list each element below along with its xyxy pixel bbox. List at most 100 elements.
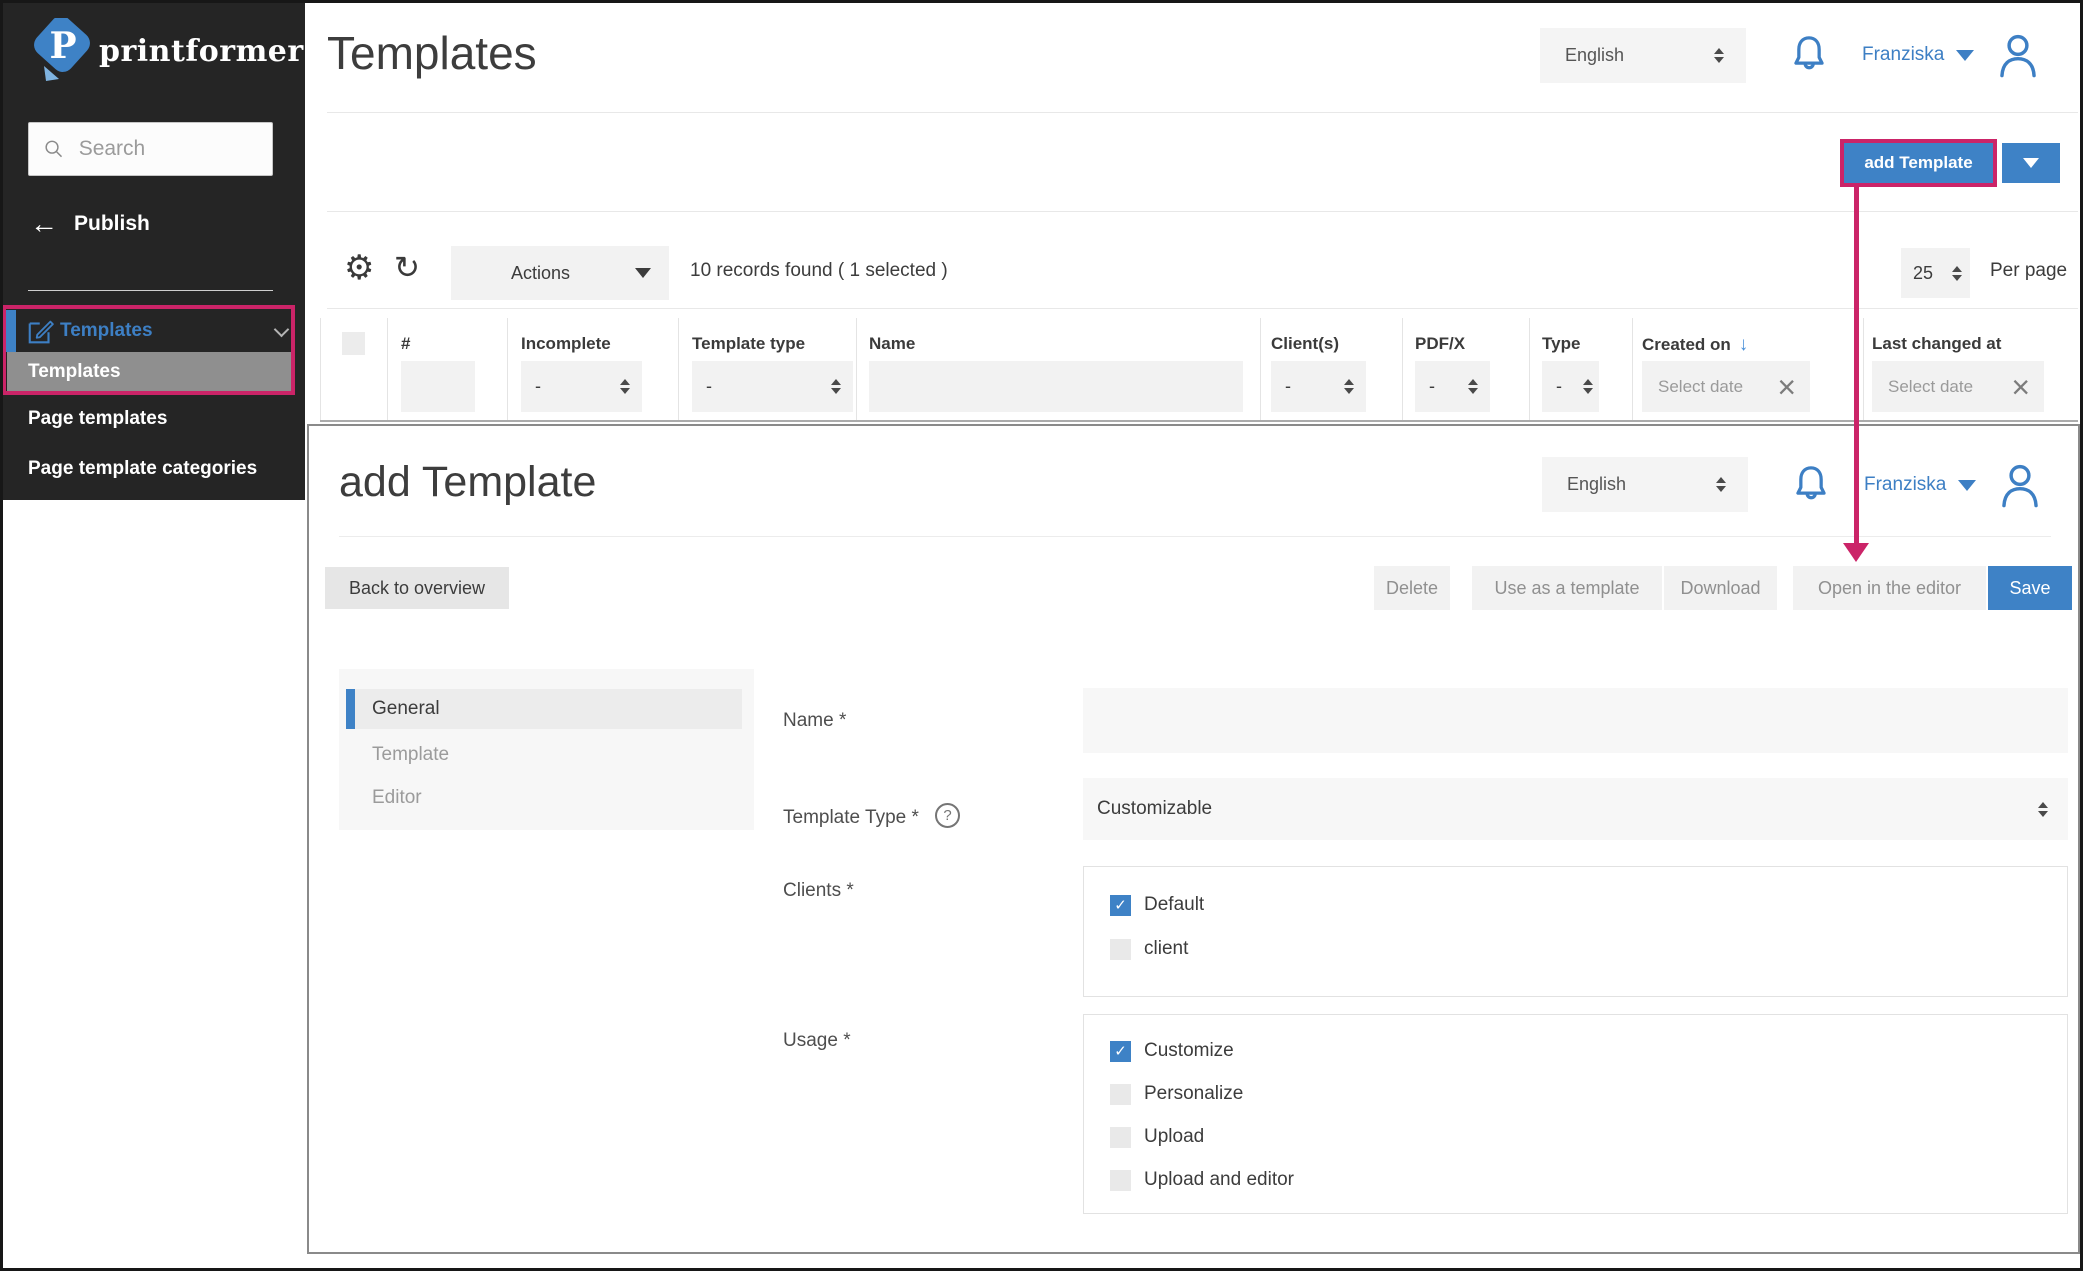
column-header-template-type[interactable]: Template type: [692, 334, 805, 354]
filter-pdfx-select[interactable]: -: [1415, 361, 1490, 412]
chevron-down-icon[interactable]: [274, 322, 290, 338]
checkbox-client-client[interactable]: client: [1110, 938, 1188, 960]
column-divider: [1402, 318, 1403, 421]
svg-text:P: P: [49, 25, 76, 67]
usage-label: Usage *: [783, 1030, 851, 1052]
actions-divider: [327, 211, 2078, 212]
user-avatar-icon[interactable]: [1994, 458, 2046, 512]
use-as-template-button[interactable]: Use as a template: [1472, 566, 1662, 610]
filter-last-changed-date[interactable]: Select date ×: [1872, 361, 2044, 412]
column-header-type[interactable]: Type: [1542, 334, 1580, 354]
select-all-checkbox[interactable]: [342, 332, 365, 355]
checkbox-checked-icon: ✓: [1110, 895, 1131, 916]
checkbox-usage-upload-editor[interactable]: Upload and editor: [1110, 1169, 1294, 1191]
checkbox-usage-upload[interactable]: Upload: [1110, 1126, 1204, 1148]
checkbox-unchecked-icon: [1110, 939, 1131, 960]
column-divider: [1863, 318, 1864, 421]
language-select-value: English: [1567, 474, 1716, 495]
sidebar-item-templates[interactable]: Templates: [7, 352, 295, 392]
notifications-bell-icon[interactable]: [1788, 462, 1834, 512]
filter-type-select[interactable]: -: [1542, 361, 1599, 412]
user-menu-name[interactable]: Franziska: [1862, 44, 1944, 66]
column-divider: [678, 318, 679, 421]
column-header-name[interactable]: Name: [869, 334, 915, 354]
clients-label: Clients *: [783, 880, 854, 902]
dropdown-caret-icon: [2023, 158, 2039, 168]
column-header-pdfx[interactable]: PDF/X: [1415, 334, 1465, 354]
select-arrows-icon: [620, 379, 630, 394]
sidebar-item-label: Templates: [28, 361, 121, 383]
refresh-icon[interactable]: ↻: [394, 250, 420, 286]
tab-editor[interactable]: Editor: [372, 787, 422, 809]
add-template-highlight: add Template: [1840, 139, 1997, 187]
actions-select[interactable]: Actions: [451, 246, 669, 300]
user-avatar-icon[interactable]: [1992, 28, 2044, 82]
language-select[interactable]: English: [1542, 457, 1748, 512]
annotation-arrow-head: [1843, 543, 1869, 562]
templates-edit-icon: [26, 316, 56, 346]
clear-date-icon[interactable]: ×: [1777, 371, 1796, 403]
back-to-overview-button[interactable]: Back to overview: [325, 567, 509, 609]
active-tab-bar: [346, 689, 355, 729]
select-arrows-icon: [1344, 379, 1354, 394]
table-header-bottom-border: [320, 420, 2078, 422]
select-arrows-icon: [1952, 266, 1962, 281]
notifications-bell-icon[interactable]: [1786, 32, 1832, 82]
user-menu-caret-icon[interactable]: [1958, 480, 1976, 491]
filter-value: -: [1556, 376, 1583, 397]
user-menu-name[interactable]: Franziska: [1864, 474, 1946, 496]
checkbox-label: Upload and editor: [1144, 1169, 1294, 1191]
filter-number-input[interactable]: [401, 361, 475, 412]
checkbox-usage-personalize[interactable]: Personalize: [1110, 1083, 1243, 1105]
tab-template[interactable]: Template: [372, 744, 449, 766]
filter-name-input[interactable]: [869, 361, 1243, 412]
column-header-clients[interactable]: Client(s): [1271, 334, 1339, 354]
checkbox-label: client: [1144, 938, 1188, 960]
settings-gear-icon[interactable]: ⚙: [344, 248, 374, 288]
save-button[interactable]: Save: [1988, 566, 2072, 610]
per-page-select[interactable]: 25: [1901, 248, 1970, 298]
checkbox-usage-customize[interactable]: ✓ Customize: [1110, 1040, 1234, 1062]
template-type-value: Customizable: [1097, 798, 2038, 820]
header-divider: [327, 112, 2078, 113]
add-template-dropdown-button[interactable]: [2002, 143, 2060, 183]
search-input[interactable]: [79, 137, 258, 161]
sidebar-item-page-template-categories[interactable]: Page template categories: [28, 458, 257, 480]
filter-clients-select[interactable]: -: [1271, 361, 1366, 412]
tab-general[interactable]: General: [346, 689, 742, 729]
back-to-publish[interactable]: ← Publish: [30, 210, 150, 238]
checkbox-unchecked-icon: [1110, 1127, 1131, 1148]
download-button[interactable]: Download: [1664, 566, 1777, 610]
filter-created-on-date[interactable]: Select date ×: [1642, 361, 1810, 412]
filter-template-type-select[interactable]: -: [692, 361, 853, 412]
clear-date-icon[interactable]: ×: [2011, 371, 2030, 403]
sidebar-item-page-templates[interactable]: Page templates: [28, 408, 167, 430]
column-header-incomplete[interactable]: Incomplete: [521, 334, 611, 354]
column-header-created-on[interactable]: Created on ↓: [1642, 334, 1748, 356]
per-page-label: Per page: [1990, 260, 2067, 282]
printformer-logo-icon: P: [26, 18, 96, 86]
name-label: Name *: [783, 710, 846, 732]
open-in-editor-button[interactable]: Open in the editor: [1793, 566, 1986, 610]
search-icon: [43, 136, 65, 162]
sidebar-item-templates-section[interactable]: Templates: [60, 320, 153, 342]
user-menu-caret-icon[interactable]: [1956, 50, 1974, 61]
active-section-bar: [6, 310, 16, 352]
sort-desc-icon: ↓: [1739, 334, 1749, 356]
column-header-last-changed[interactable]: Last changed at: [1872, 334, 2001, 354]
back-arrow-icon: ←: [30, 210, 58, 238]
checkbox-client-default[interactable]: ✓ Default: [1110, 894, 1204, 916]
sidebar-search[interactable]: [28, 122, 273, 176]
select-arrows-icon: [1716, 477, 1726, 492]
help-icon[interactable]: ?: [935, 803, 960, 828]
column-header-number[interactable]: #: [401, 334, 410, 354]
template-type-select[interactable]: Customizable: [1083, 778, 2068, 840]
checkbox-label: Default: [1144, 894, 1204, 916]
add-template-button[interactable]: add Template: [1844, 143, 1993, 183]
delete-button[interactable]: Delete: [1374, 566, 1450, 610]
name-field[interactable]: [1083, 688, 2068, 753]
filter-incomplete-select[interactable]: -: [521, 361, 642, 412]
language-select[interactable]: English: [1540, 28, 1746, 83]
filter-value: -: [706, 376, 831, 397]
filter-value: -: [535, 376, 620, 397]
